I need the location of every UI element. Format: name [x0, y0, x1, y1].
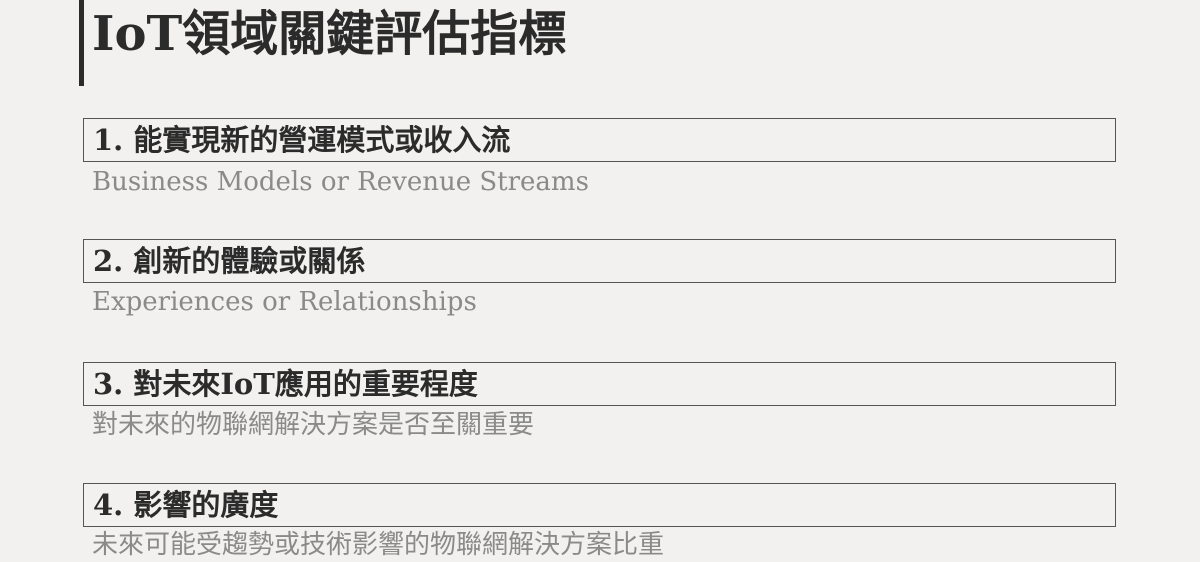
- criterion-2-box: 2. 創新的體驗或關係: [83, 239, 1116, 283]
- criterion-4-subtitle: 未來可能受趨勢或技術影響的物聯網解決方案比重: [92, 530, 665, 560]
- criterion-1-heading: 1. 能實現新的營運模式或收入流: [93, 123, 511, 157]
- criterion-3-box: 3. 對未來IoT應用的重要程度: [83, 362, 1116, 406]
- criterion-4-heading: 4. 影響的廣度: [93, 488, 279, 522]
- criterion-3-heading: 3. 對未來IoT應用的重要程度: [93, 367, 478, 401]
- criterion-4-box: 4. 影響的廣度: [83, 483, 1116, 527]
- criterion-2-heading: 2. 創新的體驗或關係: [93, 244, 366, 278]
- title-accent-bar: [79, 0, 84, 86]
- criterion-2-subtitle: Experiences or Relationships: [92, 287, 477, 317]
- criterion-1-box: 1. 能實現新的營運模式或收入流: [83, 118, 1116, 162]
- criterion-3-subtitle: 對未來的物聯網解決方案是否至關重要: [92, 410, 535, 440]
- criterion-1-subtitle: Business Models or Revenue Streams: [92, 167, 589, 197]
- page-title: IoT領域關鍵評估指標: [92, 6, 567, 62]
